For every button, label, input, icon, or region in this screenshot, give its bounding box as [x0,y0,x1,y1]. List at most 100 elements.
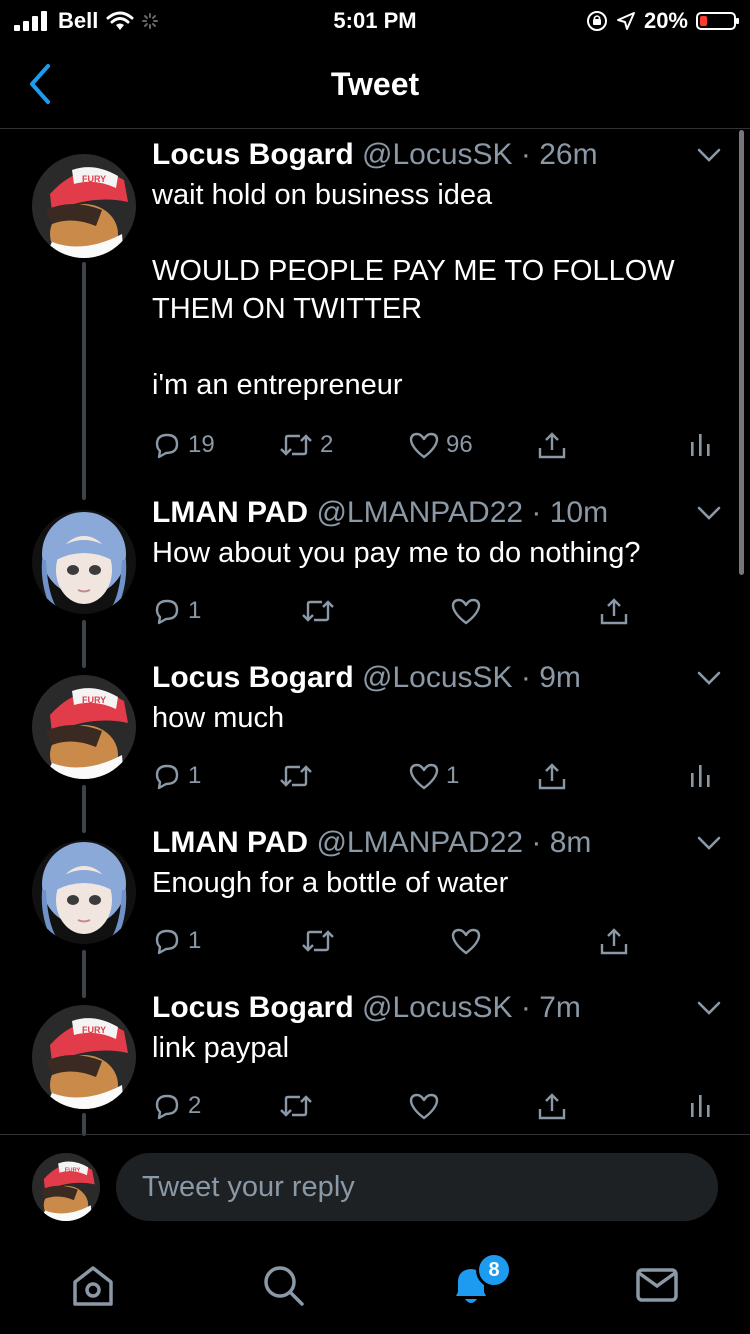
reply-input[interactable] [116,1153,718,1221]
analytics-button[interactable] [688,761,714,791]
reply-button[interactable]: 1 [152,596,201,626]
author-name[interactable]: LMAN PAD [152,826,308,859]
page-title: Tweet [330,66,420,102]
share-button[interactable] [536,430,568,462]
author-handle[interactable]: @LocusSK [362,138,513,171]
tweet-header: LMAN PAD @LMANPAD22 · 8m [152,826,591,860]
tweet-header: LMAN PAD @LMANPAD22 · 10m [152,496,608,530]
tweet-menu-button[interactable] [696,999,722,1017]
analytics-button[interactable] [688,430,714,460]
thread-line [82,262,86,500]
share-icon [600,598,628,625]
reply-button[interactable]: 2 [152,1091,201,1121]
thread-line [82,785,86,833]
tweet-header: Locus Bogard @LocusSK · 9m [152,661,581,695]
reply-icon [155,764,179,790]
battery-level [700,16,707,26]
reply-button[interactable]: 1 [152,761,201,791]
share-button[interactable] [598,596,630,628]
like-count: 1 [446,762,460,789]
like-button[interactable] [450,926,488,956]
tab-home[interactable] [68,1260,118,1310]
tweet-menu-button[interactable] [696,669,722,687]
tab-search[interactable] [258,1260,308,1310]
avatar[interactable] [32,675,136,779]
author-handle[interactable]: @LMANPAD22 [316,496,523,529]
like-icon [451,598,481,625]
share-icon [538,763,566,790]
author-handle[interactable]: @LocusSK [362,661,513,694]
separator-dot: · [523,496,550,529]
author-handle[interactable]: @LMANPAD22 [316,826,523,859]
author-handle[interactable]: @LocusSK [362,991,513,1024]
tweet-actions: 1 1 [152,761,722,801]
like-button[interactable] [408,1091,446,1121]
tweet-time: 26m [539,138,598,171]
avatar[interactable] [32,840,136,944]
analytics-icon [691,434,710,456]
reply-count: 1 [188,927,202,954]
reply-icon [155,433,179,459]
like-button[interactable]: 96 [408,430,473,460]
tweet-header: Locus Bogard @LocusSK · 26m [152,138,598,172]
tweet-text: link paypal [152,1032,290,1064]
tweet-text: wait hold on business idea WOULD PEOPLE … [152,179,675,401]
tweet-time: 8m [549,826,592,859]
retweet-button[interactable] [300,596,342,626]
reply-count: 2 [188,1092,202,1119]
tweet-header: Locus Bogard @LocusSK · 7m [152,991,581,1025]
like-button[interactable] [450,596,488,626]
retweet-icon [280,765,312,787]
orientation-lock-icon [586,11,607,31]
search-icon [264,1266,304,1306]
thread-line [82,950,86,998]
tweet-time: 9m [539,661,581,694]
reply-count: 19 [188,431,215,458]
reply-button[interactable]: 1 [152,926,201,956]
battery-percent: 20% [643,8,688,33]
tweet-actions: 1 [152,596,722,636]
chevron-down-icon [697,506,721,520]
retweet-icon [302,930,334,952]
tweet-actions: 19 2 96 [152,430,722,470]
like-icon [409,763,439,790]
author-name[interactable]: Locus Bogard [152,661,354,694]
avatar[interactable] [32,510,136,614]
reply-icon [155,1094,179,1120]
author-name[interactable]: Locus Bogard [152,138,354,171]
tweet-menu-button[interactable] [696,504,722,522]
avatar[interactable] [32,1005,136,1109]
reply-button[interactable]: 19 [152,430,215,460]
tweet-menu-button[interactable] [696,146,722,164]
tweet-text: How about you pay me to do nothing? [152,537,641,569]
tweet-text: Enough for a bottle of water [152,867,509,899]
avatar[interactable] [32,154,136,258]
thread-line [82,620,86,668]
retweet-button[interactable] [278,761,320,791]
reply-icon [155,929,179,955]
chevron-down-icon [697,148,721,162]
author-name[interactable]: LMAN PAD [152,496,308,529]
status-bar: Bell 5:01 PM 20% [0,0,750,40]
share-icon [600,928,628,955]
retweet-button[interactable] [278,1091,320,1121]
tweet-time: 7m [539,991,581,1024]
chevron-down-icon [697,671,721,685]
analytics-icon [691,765,710,787]
scrollbar[interactable] [739,130,744,575]
share-button[interactable] [598,926,630,958]
tweet-menu-button[interactable] [696,834,722,852]
retweet-button[interactable] [300,926,342,956]
share-button[interactable] [536,761,568,793]
avatar [32,1153,100,1221]
reply-count: 1 [188,597,202,624]
like-icon [451,928,481,955]
share-button[interactable] [536,1091,568,1123]
tab-messages[interactable] [632,1260,682,1310]
like-button[interactable]: 1 [408,761,459,791]
tweet-time: 10m [549,496,609,529]
separator-dot: · [512,661,540,694]
author-name[interactable]: Locus Bogard [152,991,354,1024]
analytics-button[interactable] [688,1091,714,1121]
retweet-button[interactable]: 2 [278,430,333,460]
